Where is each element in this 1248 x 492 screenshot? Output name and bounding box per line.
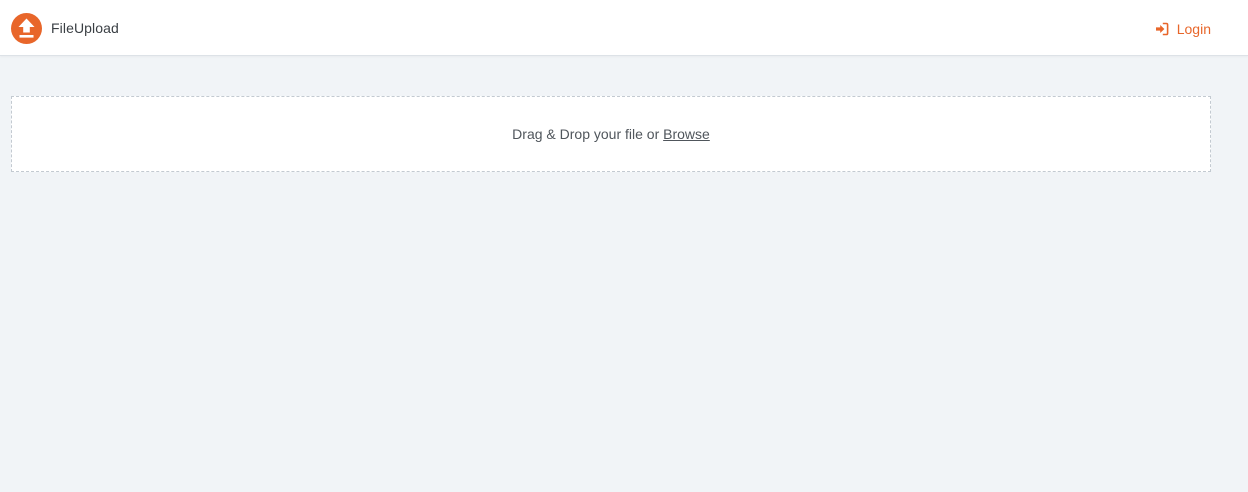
upload-arrow-icon <box>11 12 42 44</box>
sign-in-icon <box>1155 22 1169 36</box>
login-label: Login <box>1176 21 1211 37</box>
top-navbar: FileUpload Login <box>0 0 1248 56</box>
browse-link[interactable]: Browse <box>663 126 710 142</box>
brand-name: FileUpload <box>51 20 119 36</box>
brand-link[interactable]: FileUpload <box>11 12 119 44</box>
file-dropzone[interactable]: Drag & Drop your file or Browse <box>11 96 1211 172</box>
dropzone-prompt: Drag & Drop your file or <box>512 126 664 142</box>
login-link[interactable]: Login <box>1155 19 1211 39</box>
